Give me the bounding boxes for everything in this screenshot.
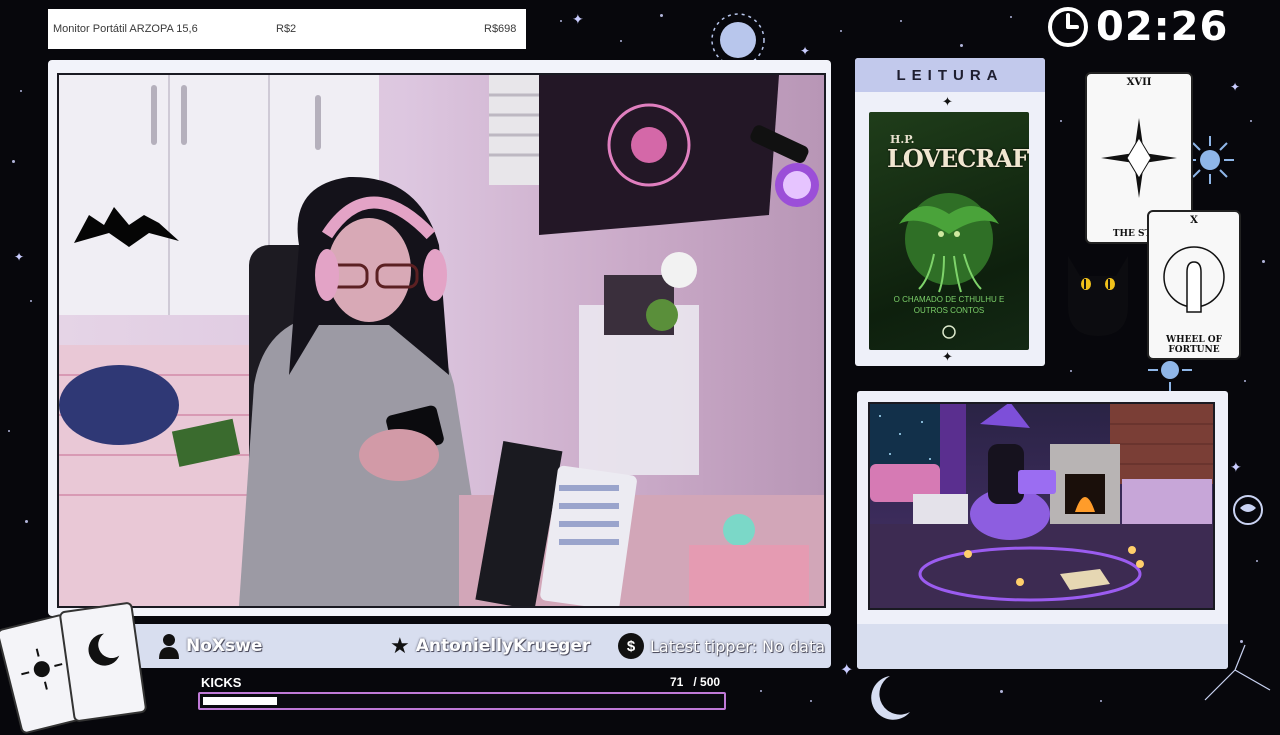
clock-time: 02:26 [1096,4,1229,50]
dollar-icon: $ [618,633,644,659]
kicks-progress-bar [198,692,726,710]
secondary-scene-feed [868,402,1215,610]
kicks-progress-fill [203,697,277,705]
tarot-number: XVII [1126,77,1152,88]
tarot-card-wheel: X WHEEL OF FORTUNE [1147,210,1241,360]
decorative-tarot-card-moon [58,601,148,723]
black-cat-illustration [1068,256,1128,336]
tarot-number: X [1190,215,1198,226]
book-subtitle: O CHAMADO DE CTHULHU E OUTROS CONTOS [893,295,1005,315]
reading-header: LEITURA [855,58,1045,92]
donation-goal-bar: Monitor Portátil ARZOPA 15,6 R$2 R$698 [48,9,526,49]
latest-tipper-text: Latest tipper: No data [650,636,826,656]
star-icon: ★ [390,633,410,658]
goal-target-amount: R$698 [484,23,517,35]
kicks-count: 71 / 500 [670,675,721,689]
moon-icon [871,676,910,720]
star-divider-icon: ✦ [942,350,953,365]
publisher-logo-icon [942,325,956,339]
goal-item-name: Monitor Portátil ARZOPA 15,6 [53,23,198,35]
stream-labels-bar: NoXswe ★ AntoniellyKrueger $ Latest tipp… [48,624,831,668]
book-title: LOVECRAFT [887,144,1029,173]
moon-icon [88,633,120,666]
latest-follower-name: NoXswe [186,636,263,656]
cthulhu-illustration [899,193,999,293]
sun-icon [21,648,63,690]
tarot-name: WHEEL OF FORTUNE [1165,335,1223,355]
stream-clock: 02:26 [1046,4,1228,50]
clock-icon [1048,7,1088,47]
kicks-label: KICKS [201,675,242,690]
book-cover: H.P. LOVECRAFT O CHAMADO DE CTHULHU E OU… [869,112,1029,350]
star-icon [1101,118,1177,198]
star-divider-icon: ✦ [942,95,953,110]
sun-icon [711,13,765,60]
latest-follower: NoXswe [158,632,262,660]
latest-subscriber: ★ AntoniellyKrueger [390,632,590,660]
hand-wheel-icon [1163,246,1225,313]
planet-icon [1233,495,1263,525]
latest-tipper: $ Latest tipper: No data [618,632,825,660]
goal-current-amount: R$2 [276,23,297,35]
latest-subscriber-name: AntoniellyKrueger [415,636,591,656]
webcam-feed [57,73,826,608]
secondary-scene-bar [857,624,1228,669]
user-icon [159,634,179,659]
